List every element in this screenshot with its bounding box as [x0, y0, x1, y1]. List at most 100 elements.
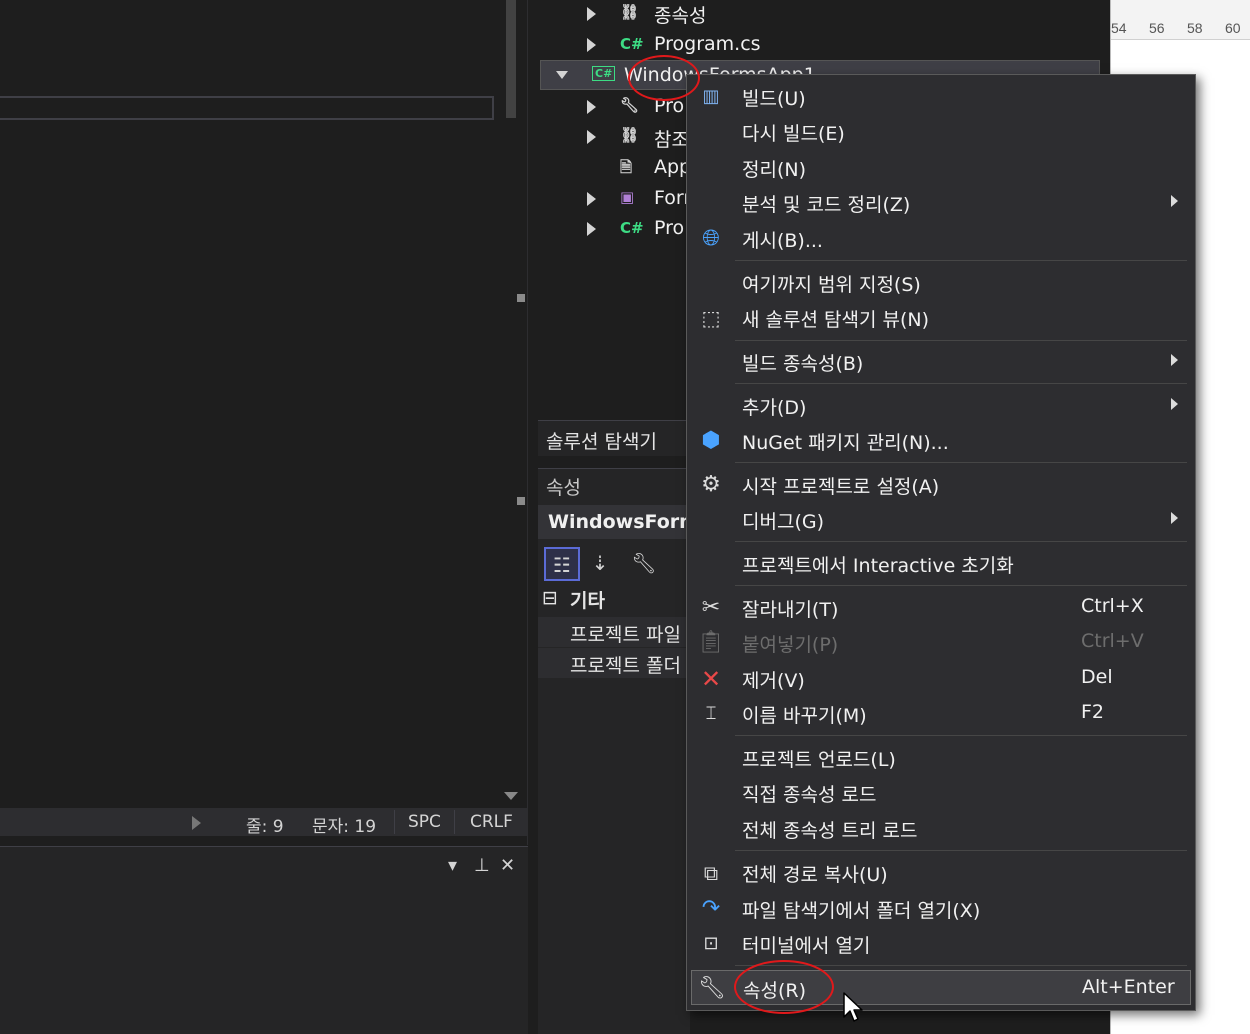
menu-item-clean[interactable]: 정리(N): [687, 150, 1195, 185]
tab-solution-explorer[interactable]: 솔루션 탐색기: [546, 427, 657, 454]
pin-icon[interactable]: ⊥: [474, 855, 490, 876]
menu-item-shortcut: F2: [1081, 701, 1105, 723]
categorized-view-icon[interactable]: ☷: [544, 547, 580, 581]
menu-item-load-full-tree[interactable]: 전체 종속성 트리 로드: [687, 811, 1195, 846]
menu-item-cut[interactable]: ✂ 잘라내기(T) Ctrl+X: [687, 590, 1195, 625]
menu-item-label: 정리(N): [742, 159, 806, 181]
menu-item-label: 직접 종속성 로드: [742, 784, 877, 806]
menu-item-scope-to-this[interactable]: 여기까지 범위 지정(S): [687, 265, 1195, 300]
menu-item-manage-nuget[interactable]: ⬢ NuGet 패키지 관리(N)...: [687, 423, 1195, 458]
menu-item-rename[interactable]: ⌶ 이름 바꾸기(M) F2: [687, 696, 1195, 731]
menu-item-debug[interactable]: 디버그(G): [687, 502, 1195, 537]
menu-item-build[interactable]: ▥ 빌드(U): [687, 79, 1195, 114]
splitter-grip[interactable]: [517, 497, 525, 505]
ruler-number: 60: [1225, 20, 1241, 36]
menu-separator: [735, 585, 1187, 586]
properties-title: 속성: [546, 477, 581, 499]
expand-icon[interactable]: [587, 7, 596, 21]
mouse-cursor-icon: [843, 992, 863, 1022]
property-row-project-folder[interactable]: 프로젝트 폴더: [538, 648, 690, 679]
submenu-arrow-icon: [1171, 195, 1178, 207]
menu-item-unload-project[interactable]: 프로젝트 언로드(L): [687, 740, 1195, 775]
panel-dropdown-icon[interactable]: ▾: [448, 855, 457, 876]
expand-icon[interactable]: [587, 222, 596, 236]
menu-item-copy-full-path[interactable]: ⧉ 전체 경로 복사(U): [687, 855, 1195, 890]
ruler-number: 54: [1111, 20, 1127, 36]
menu-separator: [735, 383, 1187, 384]
menu-item-label: 분석 및 코드 정리(Z): [742, 194, 911, 216]
menu-item-label: 프로젝트 언로드(L): [742, 749, 896, 771]
menu-item-shortcut: Alt+Enter: [1082, 976, 1175, 998]
menu-item-shortcut: Ctrl+V: [1081, 630, 1144, 652]
remove-icon: ✕: [700, 665, 722, 693]
expand-icon[interactable]: [587, 38, 596, 52]
menu-item-label: 새 솔루션 탐색기 뷰(N): [742, 309, 929, 331]
menu-item-publish[interactable]: 🌐︎ 게시(B)...: [687, 221, 1195, 256]
menu-item-open-in-explorer[interactable]: ↷ 파일 탐색기에서 폴더 열기(X): [687, 891, 1195, 926]
wrench-icon: 🔧︎: [620, 96, 640, 114]
menu-separator: [735, 850, 1187, 851]
editor-vertical-scrollbar[interactable]: [498, 0, 524, 808]
properties-object-selector[interactable]: WindowsForms: [538, 505, 690, 539]
menu-item-open-in-terminal[interactable]: ⊡ 터미널에서 열기: [687, 926, 1195, 961]
tree-item-label: 종속성: [654, 5, 707, 27]
ruler: 54 56 58 60: [1111, 0, 1250, 40]
submenu-arrow-icon: [1171, 354, 1178, 366]
csharp-file-icon: C#: [620, 219, 644, 237]
references-icon: ⛓: [620, 126, 640, 144]
collapse-icon[interactable]: [556, 71, 568, 79]
menu-item-set-startup[interactable]: ⚙ 시작 프로젝트로 설정(A): [687, 467, 1195, 502]
menu-item-analyze[interactable]: 분석 및 코드 정리(Z): [687, 185, 1195, 220]
status-indent-mode[interactable]: SPC: [408, 812, 441, 832]
globe-icon: 🌐︎: [702, 226, 720, 251]
status-column[interactable]: 줄: 9: [246, 812, 284, 837]
menu-separator: [735, 462, 1187, 463]
sort-alphabetical-icon[interactable]: ⇣: [582, 547, 618, 581]
submenu-arrow-icon: [1171, 398, 1178, 410]
menu-item-label: 이름 바꾸기(M): [742, 705, 867, 727]
scroll-down-arrow-icon[interactable]: [504, 792, 518, 800]
menu-item-label: 잘라내기(T): [742, 599, 839, 621]
menu-item-new-solution-view[interactable]: ⬚ 새 솔루션 탐색기 뷰(N): [687, 300, 1195, 335]
properties-toolbar: ☷ ⇣ 🔧︎: [538, 541, 690, 581]
property-pages-wrench-icon[interactable]: 🔧︎: [626, 547, 662, 581]
project-context-menu: ▥ 빌드(U) 다시 빌드(E) 정리(N) 분석 및 코드 정리(Z) 🌐︎ …: [686, 74, 1196, 1011]
menu-item-remove[interactable]: ✕ 제거(V) Del: [687, 661, 1195, 696]
gear-icon: ⚙: [701, 472, 721, 497]
menu-item-label: 빌드(U): [742, 88, 806, 110]
menu-item-load-direct-deps[interactable]: 직접 종속성 로드: [687, 775, 1195, 810]
menu-item-label: 게시(B)...: [742, 230, 823, 252]
menu-item-label: 전체 경로 복사(U): [742, 864, 888, 886]
expand-icon[interactable]: [587, 130, 596, 144]
property-row-project-file[interactable]: 프로젝트 파일: [538, 617, 690, 648]
menu-item-init-interactive[interactable]: 프로젝트에서 Interactive 초기화: [687, 546, 1195, 581]
scroll-right-arrow-icon[interactable]: [192, 816, 201, 830]
code-editor[interactable]: [0, 0, 528, 845]
menu-item-label: NuGet 패키지 관리(N)...: [742, 432, 949, 454]
copy-icon: ⧉: [703, 861, 719, 885]
menu-item-paste[interactable]: 📋︎ 붙여넣기(P) Ctrl+V: [687, 625, 1195, 660]
status-line-ending[interactable]: CRLF: [470, 812, 513, 832]
menu-item-rebuild[interactable]: 다시 빌드(E): [687, 114, 1195, 149]
menu-item-add[interactable]: 추가(D): [687, 388, 1195, 423]
menu-item-shortcut: Ctrl+X: [1081, 595, 1144, 617]
expand-icon[interactable]: [587, 192, 596, 206]
menu-item-label: 파일 탐색기에서 폴더 열기(X): [742, 900, 981, 922]
property-group-misc[interactable]: ⊟ 기타: [538, 585, 690, 615]
menu-item-label: 프로젝트에서 Interactive 초기화: [742, 555, 1014, 577]
scrollbar-thumb[interactable]: [506, 0, 516, 118]
close-icon[interactable]: ✕: [500, 855, 515, 876]
form-icon: ▣: [620, 188, 635, 206]
status-chars[interactable]: 문자: 19: [312, 812, 376, 837]
terminal-icon: ⊡: [703, 933, 719, 954]
splitter-grip[interactable]: [517, 294, 525, 302]
menu-item-label: 다시 빌드(E): [742, 123, 845, 145]
editor-navigation-bar[interactable]: [0, 96, 494, 120]
menu-separator: [735, 340, 1187, 341]
menu-item-label: 여기까지 범위 지정(S): [742, 274, 921, 296]
menu-item-build-dependencies[interactable]: 빌드 종속성(B): [687, 344, 1195, 379]
annotation-circle: [734, 960, 834, 1014]
collapse-group-icon[interactable]: ⊟: [542, 587, 558, 609]
dependencies-icon: ⛓: [620, 3, 640, 21]
expand-icon[interactable]: [587, 100, 596, 114]
